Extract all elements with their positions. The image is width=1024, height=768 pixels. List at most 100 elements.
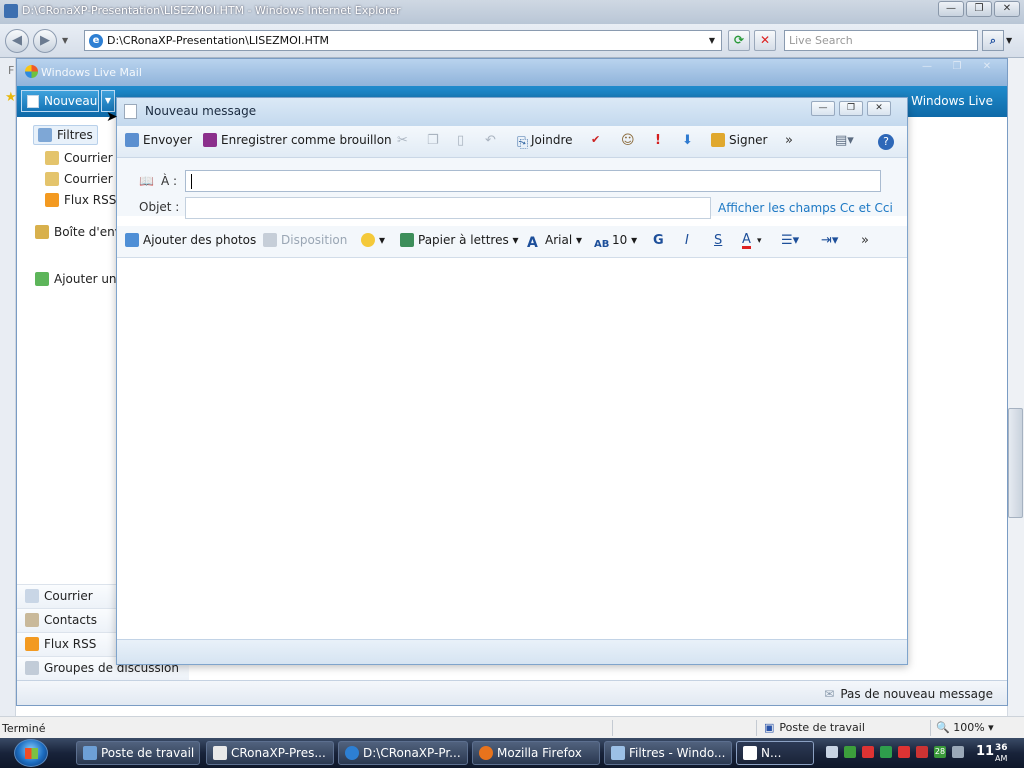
underline-button[interactable]: S xyxy=(714,233,722,248)
emoticon-button[interactable]: ▾ xyxy=(361,233,385,247)
alert-icon[interactable] xyxy=(898,746,910,758)
copy-icon[interactable]: ❐ xyxy=(427,133,439,148)
taskbar-item-label: Poste de travail xyxy=(101,746,195,760)
options-menu-icon[interactable]: ▤▾ xyxy=(835,133,854,148)
network-icon[interactable] xyxy=(916,746,928,758)
low-priority-icon[interactable]: ⬇ xyxy=(682,133,693,148)
show-cc-bcc-link[interactable]: Afficher les champs Cc et Cci xyxy=(718,201,893,215)
wlm-minimize-button[interactable]: — xyxy=(915,61,939,75)
shield-icon[interactable] xyxy=(862,746,874,758)
sidebar-item-flux-rss[interactable]: Flux RSS xyxy=(45,193,116,207)
check-names-icon[interactable]: ☺ xyxy=(621,133,635,148)
spellcheck-icon[interactable]: ✔ xyxy=(591,133,600,146)
minimize-button[interactable]: — xyxy=(938,1,964,17)
tray-badge[interactable]: 28 xyxy=(934,746,946,758)
firefox-icon xyxy=(479,746,493,760)
address-dropdown[interactable]: ▼ xyxy=(705,33,719,48)
taskbar-item-label: Mozilla Firefox xyxy=(497,746,582,760)
search-input[interactable]: Live Search xyxy=(784,30,978,51)
ie-scrollbar[interactable] xyxy=(1007,58,1024,716)
wlm-maximize-button[interactable]: ❐ xyxy=(945,61,969,75)
newsgroup-icon xyxy=(25,661,39,675)
update-icon[interactable] xyxy=(880,746,892,758)
wlm-close-button[interactable]: ✕ xyxy=(975,61,999,75)
subject-field[interactable] xyxy=(185,197,711,219)
layout-icon xyxy=(263,233,277,247)
sidebar-item-courrier-2[interactable]: Courrier i xyxy=(45,172,120,186)
subject-label: Objet : xyxy=(139,200,180,214)
ie-page-icon: e xyxy=(89,34,103,48)
contacts-icon xyxy=(25,613,39,627)
address-bar[interactable]: e D:\CRonaXP-Presentation\LISEZMOI.HTM ▼ xyxy=(84,30,722,51)
zoom-level[interactable]: 🔍 100% ▾ xyxy=(936,721,994,734)
message-close-button[interactable]: ✕ xyxy=(867,101,891,116)
search-options-dropdown[interactable]: ▼ xyxy=(1006,36,1012,45)
taskbar-item-poste-de-travail[interactable]: Poste de travail xyxy=(76,741,200,765)
font-size-selector[interactable]: AB 10 ▾ xyxy=(594,233,637,253)
forward-button[interactable]: ▶ xyxy=(33,29,57,53)
bullet-list-icon[interactable]: ☰▾ xyxy=(781,233,799,248)
taskbar-item-new-message[interactable]: N... xyxy=(736,741,814,765)
taskbar-item-filtres[interactable]: Filtres - Windo... xyxy=(604,741,732,765)
taskbar-item-label: CRonaXP-Pres... xyxy=(231,746,326,760)
maximize-button[interactable]: ❐ xyxy=(966,1,992,17)
font-color-dropdown[interactable]: ▾ xyxy=(757,236,762,246)
send-label: Envoyer xyxy=(143,133,193,147)
send-button[interactable]: Envoyer xyxy=(125,133,192,147)
volume-icon[interactable] xyxy=(952,746,964,758)
new-document-icon xyxy=(27,95,39,108)
italic-button[interactable]: I xyxy=(685,233,689,248)
cut-icon[interactable]: ✂ xyxy=(397,133,408,148)
add-photos-button[interactable]: Ajouter des photos xyxy=(125,233,256,247)
stop-button[interactable]: ✕ xyxy=(754,30,776,51)
taskbar-item-firefox[interactable]: Mozilla Firefox xyxy=(472,741,600,765)
sidebar-item-filtres[interactable]: Filtres xyxy=(33,125,98,145)
status-separator xyxy=(612,720,613,736)
ie-status-bar: Terminé Poste de travail 🔍 100% ▾ xyxy=(0,716,1024,738)
sign-button[interactable]: Signer xyxy=(711,133,768,147)
keyboard-icon[interactable] xyxy=(826,746,838,758)
clock-minute[interactable]: 36 xyxy=(995,743,1008,753)
new-button[interactable]: Nouveau xyxy=(21,90,99,112)
indent-icon[interactable]: ⇥▾ xyxy=(821,233,838,248)
help-icon[interactable]: ? xyxy=(878,134,894,150)
clock-hour[interactable]: 11 xyxy=(976,744,994,759)
new-mail-status: Pas de nouveau message xyxy=(824,687,993,701)
undo-icon[interactable]: ↶ xyxy=(485,133,496,148)
to-field[interactable] xyxy=(185,170,881,192)
search-icon[interactable]: ⌕ xyxy=(982,30,1004,51)
font-selector[interactable]: A Arial ▾ xyxy=(527,233,582,251)
signin-link[interactable]: n Windows Live xyxy=(900,94,993,108)
mail-folder-icon xyxy=(45,151,59,165)
security-icon[interactable] xyxy=(844,746,856,758)
message-maximize-button[interactable]: ❐ xyxy=(839,101,863,116)
taskbar-item-ie[interactable]: D:\CRonaXP-Pr... xyxy=(338,741,468,765)
attach-label: Joindre xyxy=(531,133,573,147)
sidebar-item-courrier-1[interactable]: Courrier i xyxy=(45,151,120,165)
save-draft-button[interactable]: Enregistrer comme brouillon xyxy=(203,133,392,147)
font-color-button[interactable]: A xyxy=(742,233,751,249)
format-more-button[interactable]: » xyxy=(861,233,869,248)
recent-pages-dropdown[interactable]: ▼ xyxy=(62,36,68,45)
clock-ampm: AM xyxy=(995,754,1008,763)
sidebar-item-add-account[interactable]: Ajouter un c xyxy=(35,272,127,286)
new-message-icon xyxy=(743,746,757,760)
address-book-icon[interactable]: 📖 xyxy=(139,174,154,188)
start-button[interactable] xyxy=(14,739,48,767)
stationery-button[interactable]: Papier à lettres ▾ xyxy=(400,233,519,247)
to-label: À : xyxy=(161,174,178,188)
back-button[interactable]: ◀ xyxy=(5,29,29,53)
message-minimize-button[interactable]: — xyxy=(811,101,835,116)
favorites-star-icon[interactable]: ★ xyxy=(5,90,17,105)
layout-button[interactable]: Disposition xyxy=(263,233,347,247)
message-body-editor[interactable] xyxy=(117,258,907,639)
bold-button[interactable]: G xyxy=(653,233,664,248)
toolbar-more-button[interactable]: » xyxy=(785,133,793,148)
ie-scrollbar-thumb[interactable] xyxy=(1008,408,1023,518)
close-button[interactable]: ✕ xyxy=(994,1,1020,17)
attach-button[interactable]: ⎘ Joindre xyxy=(517,133,573,151)
high-priority-icon[interactable]: ! xyxy=(655,133,661,148)
paste-icon[interactable]: ▯ xyxy=(457,133,464,148)
taskbar-item-cronaxp[interactable]: CRonaXP-Pres... xyxy=(206,741,334,765)
refresh-button[interactable]: ⟳ xyxy=(728,30,750,51)
